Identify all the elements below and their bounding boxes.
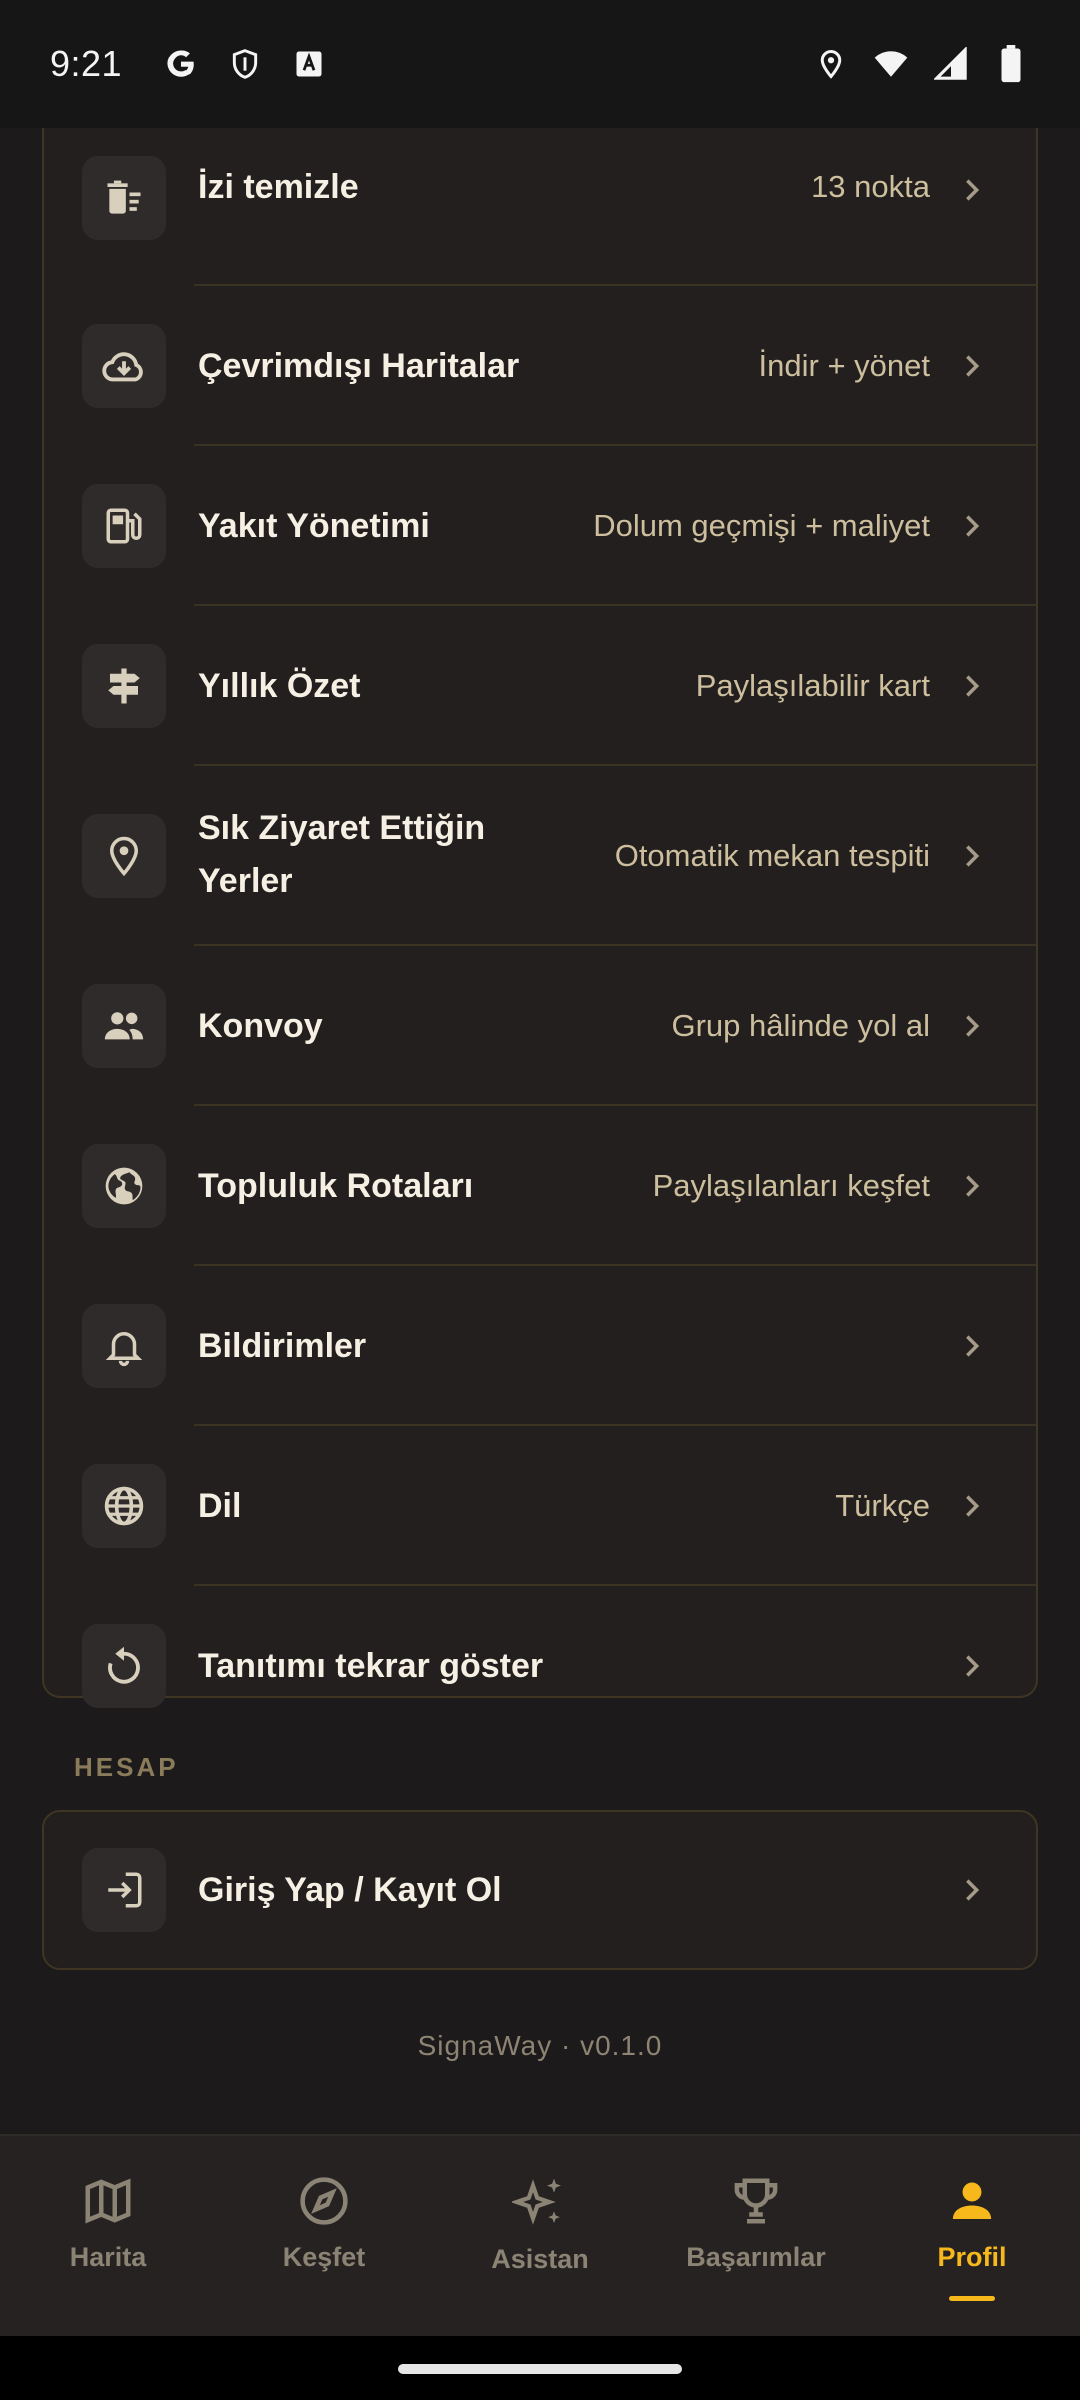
wifi-icon	[872, 45, 910, 83]
location-pin-icon	[82, 814, 166, 898]
trophy-icon	[734, 2178, 778, 2224]
login-label: Giriş Yap / Kayıt Ol	[198, 1871, 502, 1909]
row-title: Çevrimdışı Haritalar	[198, 347, 520, 385]
row-title: Yakıt Yönetimi	[198, 507, 430, 545]
nav-item-explore[interactable]: Keşfet	[216, 2136, 432, 2336]
sparkle-icon	[512, 2178, 561, 2225]
row-title: Bildirimler	[198, 1327, 367, 1365]
row-value: Paylaşılanları keşfet	[652, 1168, 930, 1203]
row-value: Paylaşılabilir kart	[695, 668, 930, 703]
chevron-right-icon	[966, 179, 980, 201]
settings-row-replay-intro[interactable]: Tanıtımı tekrar göster	[44, 1586, 1036, 1746]
signpost-icon	[82, 644, 166, 728]
row-value: 13 nokta	[811, 169, 930, 204]
group-icon	[82, 984, 166, 1068]
nav-label: Profil	[937, 2242, 1007, 2272]
row-value: Türkçe	[835, 1488, 930, 1523]
battery-icon	[992, 45, 1030, 83]
settings-row-notifications[interactable]: Bildirimler	[44, 1266, 1036, 1426]
row-title-line1: Sık Ziyaret Ettiğin	[198, 809, 486, 847]
chevron-right-icon	[966, 845, 980, 867]
nav-label: Harita	[69, 2242, 147, 2272]
chevron-right-icon	[966, 1495, 980, 1517]
nav-label: Keşfet	[282, 2242, 366, 2272]
login-button[interactable]: Giriş Yap / Kayıt Ol	[44, 1812, 1036, 1968]
nav-label: Başarımlar	[686, 2242, 826, 2272]
login-icon	[82, 1848, 166, 1932]
chevron-right-icon	[966, 1879, 980, 1901]
bottom-navigation: Harita Keşfet Asistan Başarımlar Profil	[0, 2134, 1080, 2336]
row-title: İzi temizle	[198, 168, 359, 206]
home-gesture-handle[interactable]	[398, 2364, 682, 2374]
settings-row-clear-trace[interactable]: İzi temizle 13 nokta	[44, 128, 1036, 286]
nav-item-profile[interactable]: Profil	[864, 2136, 1080, 2336]
settings-row-convoy[interactable]: Konvoy Grup hâlinde yol al	[44, 946, 1036, 1106]
status-time: 9:21	[50, 43, 123, 84]
row-title: Yıllık Özet	[198, 667, 361, 705]
settings-row-offline-maps[interactable]: Çevrimdışı Haritalar İndir + yönet	[44, 286, 1036, 446]
chevron-right-icon	[966, 1015, 980, 1037]
keyboard-a-icon	[290, 45, 328, 83]
status-bar: 9:21	[0, 0, 1080, 128]
trash-list-icon	[82, 156, 166, 240]
row-title: Dil	[198, 1487, 242, 1525]
chevron-right-icon	[966, 1655, 980, 1677]
bell-icon	[82, 1304, 166, 1388]
settings-row-community-routes[interactable]: Topluluk Rotaları Paylaşılanları keşfet	[44, 1106, 1036, 1266]
nav-item-assistant[interactable]: Asistan	[432, 2136, 648, 2336]
person-icon	[952, 2182, 992, 2219]
row-value: Dolum geçmişi + maliyet	[593, 508, 930, 543]
section-label-account: HESAP	[74, 1752, 179, 1782]
compass-icon	[300, 2177, 348, 2225]
chevron-right-icon	[966, 1175, 980, 1197]
chevron-right-icon	[966, 1335, 980, 1357]
fuel-icon	[82, 484, 166, 568]
settings-row-frequent-places[interactable]: Sık Ziyaret Ettiğin Yerler Otomatik meka…	[44, 766, 1036, 946]
shield-icon	[226, 45, 264, 83]
nav-item-achievements[interactable]: Başarımlar	[648, 2136, 864, 2336]
nav-item-map[interactable]: Harita	[0, 2136, 216, 2336]
row-value: Grup hâlinde yol al	[671, 1008, 931, 1043]
settings-card: İzi temizle 13 nokta Çevrimdışı Haritala…	[42, 128, 1038, 1708]
chevron-right-icon	[966, 515, 980, 537]
cloud-download-icon	[82, 324, 166, 408]
row-title: Tanıtımı tekrar göster	[198, 1647, 544, 1685]
row-value: İndir + yönet	[758, 348, 930, 383]
row-title-line2: Yerler	[198, 862, 293, 900]
location-icon	[812, 45, 850, 83]
profile-content: İzi temizle 13 nokta Çevrimdışı Haritala…	[0, 128, 1080, 2134]
gesture-bar	[0, 2336, 1080, 2400]
google-icon	[162, 45, 200, 83]
settings-row-fuel[interactable]: Yakıt Yönetimi Dolum geçmişi + maliyet	[44, 446, 1036, 606]
public-globe-icon	[82, 1144, 166, 1228]
account-card: Giriş Yap / Kayıt Ol	[42, 1810, 1038, 1970]
language-globe-icon	[82, 1464, 166, 1548]
row-value: Otomatik mekan tespiti	[614, 838, 930, 873]
signal-icon	[932, 45, 970, 83]
chevron-right-icon	[966, 675, 980, 697]
settings-row-language[interactable]: Dil Türkçe	[44, 1426, 1036, 1586]
row-title: Konvoy	[198, 1007, 323, 1045]
chevron-right-icon	[966, 355, 980, 377]
replay-icon	[82, 1624, 166, 1708]
map-icon	[85, 2178, 131, 2224]
active-indicator	[949, 2296, 995, 2301]
nav-label: Asistan	[491, 2244, 589, 2274]
settings-row-yearly-summary[interactable]: Yıllık Özet Paylaşılabilir kart	[44, 606, 1036, 766]
row-title: Topluluk Rotaları	[198, 1167, 474, 1205]
app-version: SignaWay · v0.1.0	[417, 2030, 663, 2061]
